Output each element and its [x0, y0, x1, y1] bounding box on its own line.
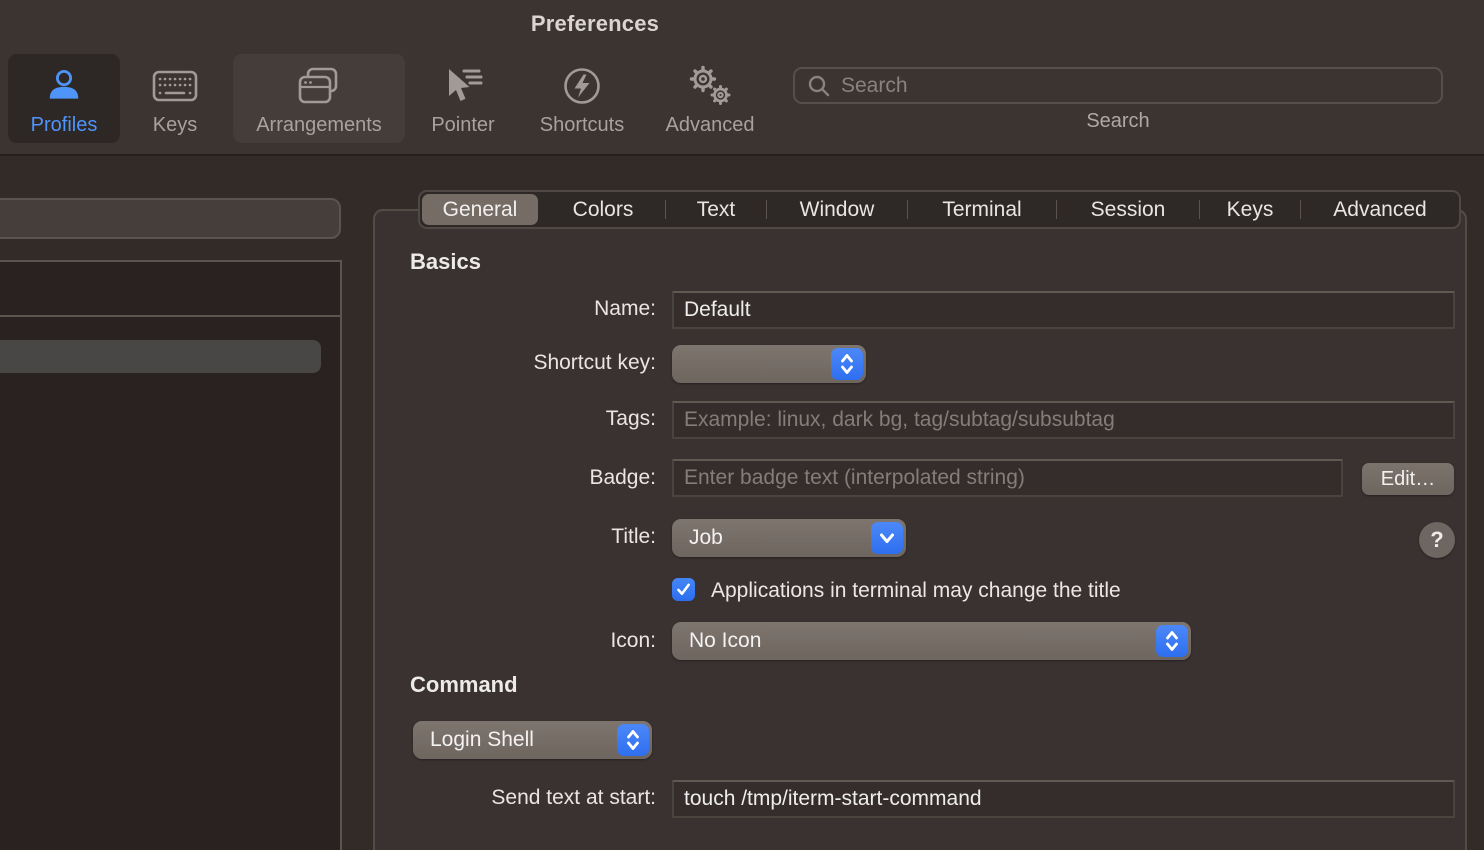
- title-change-checkbox[interactable]: [672, 578, 695, 601]
- tab-keys[interactable]: Keys: [1200, 192, 1300, 227]
- profile-tabbar: General Colors Text Window Terminal Sess…: [418, 190, 1461, 229]
- badge-label: Badge:: [400, 466, 656, 490]
- basics-section-header: Basics: [410, 249, 481, 275]
- shortcut-key-label: Shortcut key:: [400, 351, 656, 375]
- title-change-checkbox-label: Applications in terminal may change the …: [711, 579, 1121, 603]
- chevron-up-down-icon: [1156, 625, 1188, 657]
- command-section-header: Command: [410, 672, 518, 698]
- send-text-field[interactable]: [672, 780, 1455, 818]
- checkmark-icon: [675, 581, 692, 598]
- title-value: Job: [672, 526, 723, 550]
- help-button[interactable]: ?: [1419, 522, 1455, 558]
- tab-window[interactable]: Window: [767, 192, 907, 227]
- command-type-popup[interactable]: Login Shell: [413, 721, 652, 759]
- name-label: Name:: [400, 297, 656, 321]
- shortcut-key-popup[interactable]: [672, 345, 866, 383]
- title-label: Title:: [400, 525, 656, 549]
- preferences-window: Preferences Profiles: [0, 0, 1484, 850]
- tab-colors[interactable]: Colors: [541, 192, 665, 227]
- tab-terminal[interactable]: Terminal: [908, 192, 1056, 227]
- icon-label: Icon:: [400, 629, 656, 653]
- tags-field[interactable]: [672, 401, 1455, 439]
- tags-label: Tags:: [400, 407, 656, 431]
- badge-input[interactable]: [674, 466, 1341, 490]
- general-tab-form: Basics Name: Shortcut key: Tags: Badge: …: [0, 0, 1484, 850]
- tab-general[interactable]: General: [422, 194, 538, 225]
- tab-session[interactable]: Session: [1057, 192, 1199, 227]
- chevron-up-down-icon: [617, 724, 649, 756]
- tab-advanced[interactable]: Advanced: [1301, 192, 1459, 227]
- icon-value: No Icon: [672, 629, 761, 653]
- send-text-label: Send text at start:: [400, 786, 656, 810]
- badge-edit-button[interactable]: Edit…: [1362, 463, 1454, 495]
- badge-field[interactable]: [672, 459, 1343, 497]
- chevron-down-icon: [871, 522, 903, 554]
- command-type-value: Login Shell: [413, 728, 534, 752]
- chevron-up-down-icon: [831, 348, 863, 380]
- send-text-input[interactable]: [674, 787, 1453, 811]
- tags-input[interactable]: [674, 408, 1453, 432]
- name-input[interactable]: [674, 298, 1453, 322]
- tab-text[interactable]: Text: [666, 192, 766, 227]
- icon-popup[interactable]: No Icon: [672, 622, 1191, 660]
- name-field[interactable]: [672, 291, 1455, 329]
- title-popup[interactable]: Job: [672, 519, 906, 557]
